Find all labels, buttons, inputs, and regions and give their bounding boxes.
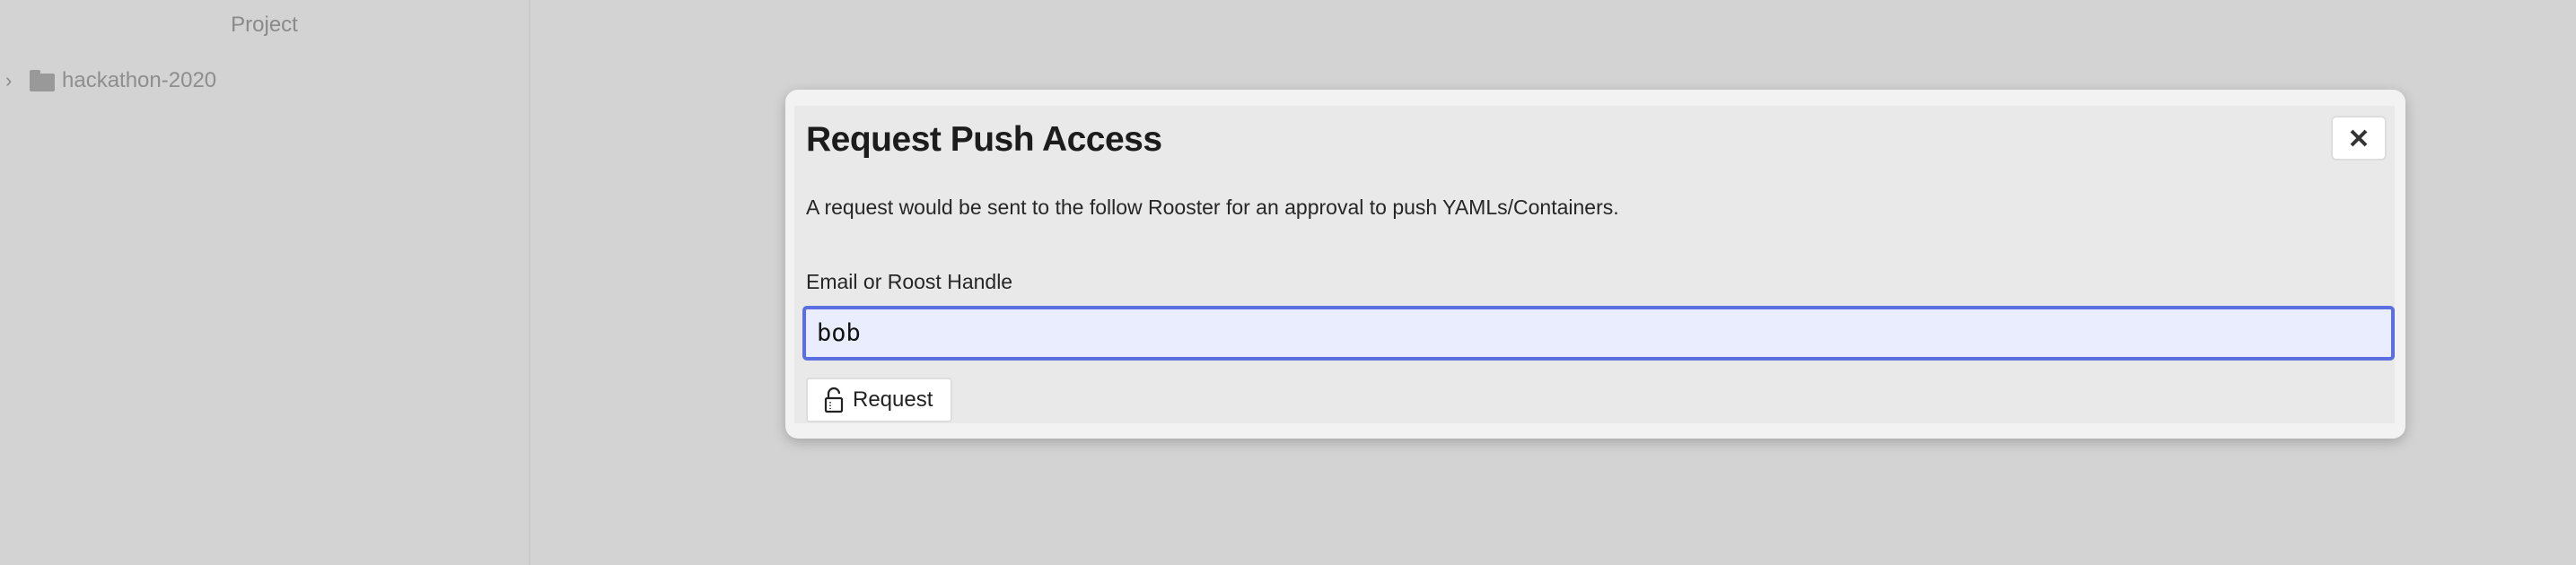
chevron-right-icon[interactable]: › xyxy=(5,69,20,92)
unlock-icon xyxy=(824,387,844,413)
email-field-label: Email or Roost Handle xyxy=(806,270,1013,293)
tree-item-label: hackathon-2020 xyxy=(62,68,217,92)
request-button[interactable]: Request xyxy=(806,378,952,422)
dialog-description: A request would be sent to the follow Ro… xyxy=(806,196,1619,219)
email-or-handle-input[interactable] xyxy=(802,306,2395,361)
close-button[interactable] xyxy=(2331,116,2387,161)
project-sidebar: Project › hackathon-2020 xyxy=(0,0,530,565)
folder-icon xyxy=(30,70,55,91)
request-button-label: Request xyxy=(853,387,933,412)
sidebar-title: Project xyxy=(231,13,298,37)
tree-item-folder[interactable]: › hackathon-2020 xyxy=(0,65,216,97)
dialog-body: Request Push Access A request would be s… xyxy=(794,106,2395,423)
dialog-title: Request Push Access xyxy=(806,120,1162,159)
close-icon xyxy=(2350,129,2368,147)
request-push-access-dialog: Request Push Access A request would be s… xyxy=(785,90,2405,439)
